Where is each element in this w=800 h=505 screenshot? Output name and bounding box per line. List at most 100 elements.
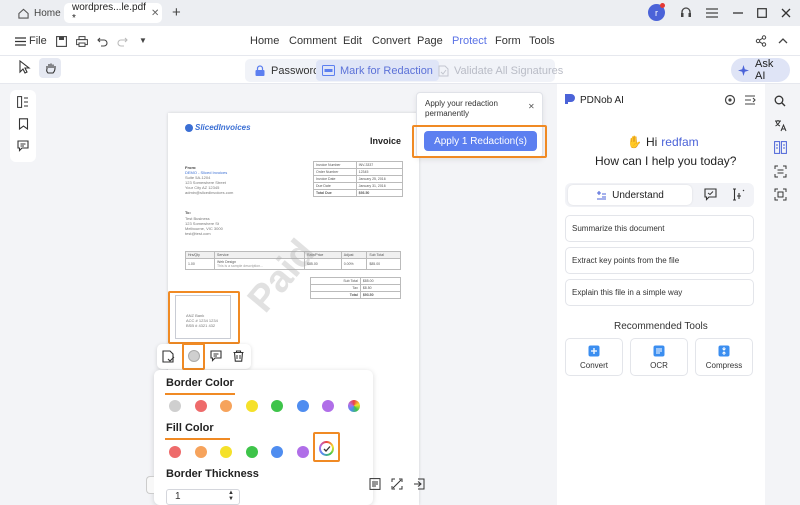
fill-swatch-custom-selected[interactable] <box>319 441 334 456</box>
fill-swatch-green[interactable] <box>245 446 258 458</box>
meta-value: 12345 <box>355 168 404 176</box>
select-cursor-icon[interactable] <box>17 60 33 76</box>
suggestion-explain[interactable]: Explain this file in a simple way <box>565 279 754 306</box>
fill-color-underline <box>165 438 230 440</box>
maximize-icon[interactable] <box>754 5 770 21</box>
hand-tool-icon[interactable] <box>39 58 61 78</box>
tool-convert-label: Convert <box>579 360 608 370</box>
recommended-tools-title: Recommended Tools <box>614 321 708 332</box>
file-menu[interactable]: File <box>29 35 47 47</box>
exit-icon[interactable] <box>412 477 426 491</box>
write-tab-icon[interactable] <box>732 188 745 201</box>
table-row: Tax $8.50 <box>310 284 402 292</box>
apply-redaction-button[interactable]: Apply 1 Redaction(s) <box>424 131 537 151</box>
border-swatch-blue[interactable] <box>296 400 309 412</box>
logo-text: SlicedInvoices <box>195 123 251 132</box>
undo-icon[interactable] <box>97 36 108 47</box>
menu-home[interactable]: Home <box>250 35 279 47</box>
suggestion-summarize[interactable]: Summarize this document <box>565 215 754 242</box>
fit-screen-icon[interactable] <box>390 477 404 491</box>
menu-edit[interactable]: Edit <box>343 35 362 47</box>
to-line: test@test.com <box>185 231 211 236</box>
zoom-control-edge[interactable] <box>146 476 154 494</box>
close-tab-icon[interactable]: ✕ <box>151 8 159 19</box>
border-swatch-green[interactable] <box>271 400 283 412</box>
logo: SlicedInvoices <box>185 123 251 132</box>
border-swatch-custom-color-icon[interactable] <box>347 400 360 412</box>
understand-tab[interactable]: Understand <box>568 185 692 205</box>
border-swatch-purple[interactable] <box>322 400 334 412</box>
comment-icon[interactable] <box>209 349 223 363</box>
menu-icon[interactable] <box>704 5 720 21</box>
screenshot-icon[interactable] <box>772 186 788 202</box>
tool-convert[interactable]: Convert <box>565 338 623 376</box>
translate-icon[interactable] <box>772 117 788 133</box>
close-window-icon[interactable] <box>778 5 794 21</box>
menu-comment[interactable]: Comment <box>289 35 337 47</box>
meta-value: INV-3337 <box>355 161 404 169</box>
menu-convert[interactable]: Convert <box>372 35 411 47</box>
password-button[interactable]: Password <box>248 60 325 81</box>
more-dropdown-icon[interactable]: ▼ <box>139 36 147 45</box>
menu-tools[interactable]: Tools <box>529 35 555 47</box>
column-header: Adjust <box>340 251 368 259</box>
thumbnails-icon[interactable] <box>15 94 31 110</box>
totals-value: $8.50 <box>359 284 402 292</box>
border-thickness-title: Border Thickness <box>166 468 259 480</box>
table-cell: $85.00 <box>366 258 401 270</box>
fill-swatch-blue[interactable] <box>271 446 283 458</box>
page-view-icon[interactable] <box>368 477 382 491</box>
to-label: To: <box>185 210 191 215</box>
ask-ai-button[interactable]: Ask AI <box>731 58 790 82</box>
bookmark-icon[interactable] <box>15 116 31 132</box>
compare-icon[interactable] <box>772 139 788 155</box>
hamburger-icon[interactable] <box>15 37 26 46</box>
border-thickness-value: 1 <box>175 491 181 502</box>
home-tab[interactable]: Home <box>10 3 69 23</box>
new-tab-icon[interactable]: + <box>172 4 181 21</box>
search-icon[interactable] <box>772 93 788 109</box>
print-icon[interactable] <box>76 36 88 47</box>
ai-panel-collapse-icon[interactable] <box>744 94 756 106</box>
comments-icon[interactable] <box>15 138 31 154</box>
menu-bar: File ▼ Home Comment Edit Convert Page Pr… <box>0 26 800 56</box>
table-row: Invoice Number INV-3337 <box>313 161 404 169</box>
minimize-icon[interactable] <box>730 5 746 21</box>
mark-for-redaction-button[interactable]: Mark for Redaction <box>316 60 439 81</box>
greeting-hi: Hi <box>645 135 658 149</box>
suggestion-key-points[interactable]: Extract key points from the file <box>565 247 754 274</box>
fill-swatch-purple[interactable] <box>296 446 309 458</box>
validate-signatures-button[interactable]: Validate All Signatures <box>432 60 569 81</box>
fill-swatch-orange[interactable] <box>194 446 207 458</box>
share-icon[interactable] <box>755 35 767 47</box>
delete-icon[interactable] <box>231 349 245 363</box>
menu-form[interactable]: Form <box>495 35 521 47</box>
border-swatch-orange[interactable] <box>220 400 232 412</box>
fill-swatch-red[interactable] <box>169 446 181 458</box>
invoice-meta-table: Invoice Number INV-3337 Order Number 12345… <box>313 161 404 197</box>
border-swatch-red[interactable] <box>194 400 207 412</box>
user-initial: r <box>655 7 658 18</box>
close-popup-icon[interactable]: ✕ <box>528 102 535 111</box>
chat-tab-icon[interactable] <box>704 188 717 201</box>
redo-icon[interactable] <box>117 36 128 47</box>
border-swatch-yellow[interactable] <box>245 400 258 412</box>
convert-icon <box>588 345 600 357</box>
tool-ocr[interactable]: OCR <box>630 338 688 376</box>
document-tab-label: wordpres...le.pdf * <box>72 2 146 24</box>
save-icon[interactable] <box>56 36 67 47</box>
menu-page[interactable]: Page <box>417 35 443 47</box>
ai-settings-icon[interactable] <box>724 94 736 106</box>
collapse-up-icon[interactable] <box>777 35 789 47</box>
ocr-icon <box>653 345 665 357</box>
document-tab[interactable]: wordpres...le.pdf * ✕ <box>64 2 162 24</box>
apply-mark-icon[interactable] <box>161 349 175 363</box>
menu-protect[interactable]: Protect <box>452 35 487 47</box>
stepper-arrows-icon[interactable]: ▲ ▼ <box>228 490 234 502</box>
totals-value: $93.50 <box>359 291 402 299</box>
tool-compress[interactable]: Compress <box>695 338 753 376</box>
support-icon[interactable] <box>678 5 694 21</box>
border-swatch-gray[interactable] <box>169 400 181 412</box>
fill-swatch-yellow[interactable] <box>220 446 232 458</box>
scan-ocr-icon[interactable] <box>772 163 788 179</box>
